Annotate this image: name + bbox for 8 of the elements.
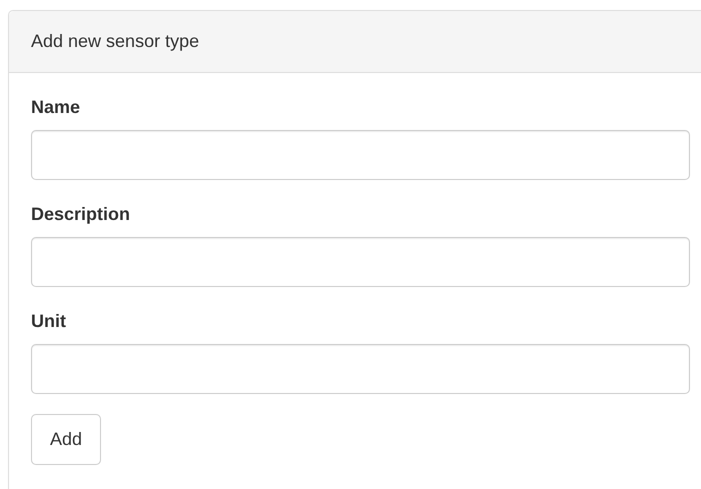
input-field[interactable] (31, 237, 690, 287)
input-field[interactable] (31, 130, 690, 180)
field-label: Unit (31, 311, 67, 332)
panel-title: Add new sensor type (31, 31, 200, 52)
input-field[interactable] (31, 344, 690, 394)
field-label: Name (31, 97, 82, 118)
field-label: Description (31, 204, 132, 225)
add-button[interactable]: Add (31, 414, 102, 465)
